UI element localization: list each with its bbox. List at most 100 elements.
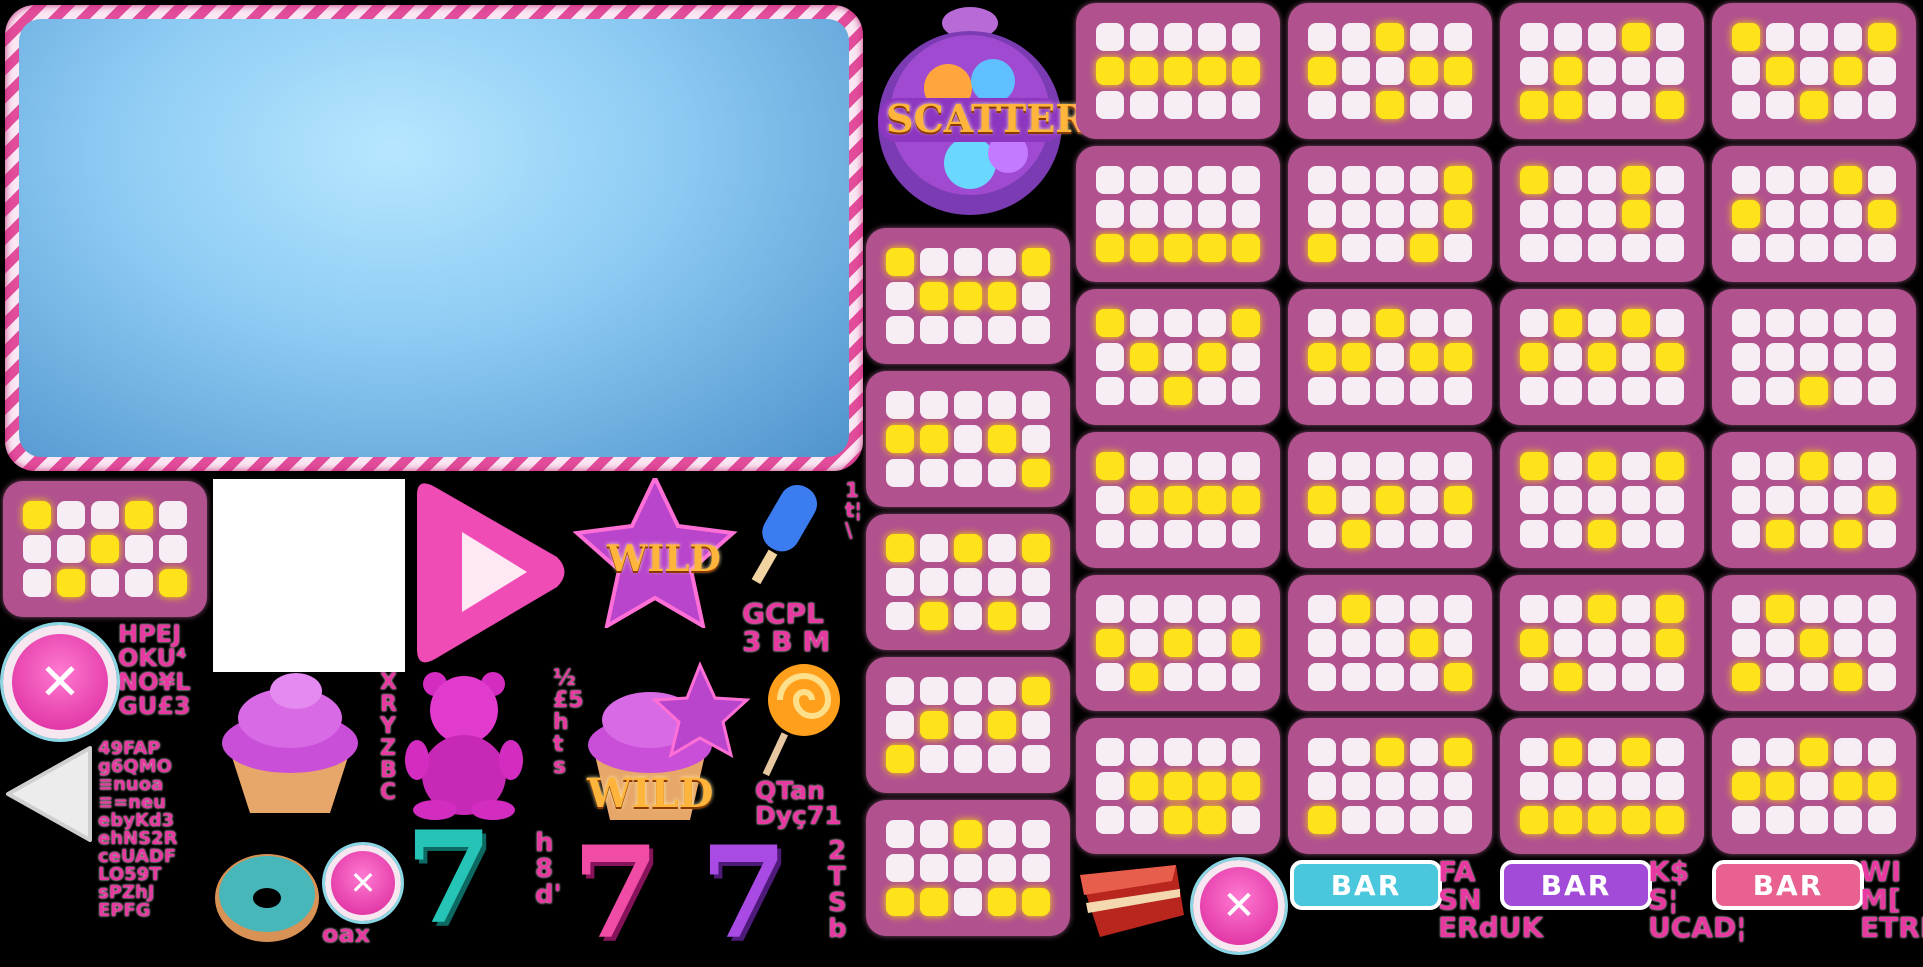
payline-dot-lit <box>1376 486 1404 514</box>
payline-dot <box>1732 166 1760 194</box>
payline-dot-lit <box>1520 343 1548 371</box>
payline-dot <box>1130 629 1158 657</box>
seven-teal-symbol: 7 <box>405 804 493 952</box>
payline-dot <box>1766 309 1794 337</box>
payline-dot-lit <box>1732 23 1760 51</box>
payline-dot <box>1800 520 1828 548</box>
payline-dot <box>1834 343 1862 371</box>
payline-dot <box>1130 738 1158 766</box>
payline-dot <box>1308 663 1336 691</box>
payline-dot-lit <box>1022 677 1050 705</box>
payline-dot <box>1520 234 1548 262</box>
payline-dot <box>1656 57 1684 85</box>
payline-dot <box>1732 343 1760 371</box>
payline-dot <box>1800 309 1828 337</box>
payline-dot-lit <box>886 888 914 916</box>
payline-dot <box>1834 234 1862 262</box>
close-button[interactable]: ✕ <box>3 625 117 739</box>
payline-dot <box>1232 91 1260 119</box>
payline-dot-lit <box>1232 309 1260 337</box>
payline-dot-lit <box>920 425 948 453</box>
payline-dot <box>1376 57 1404 85</box>
payline-dot <box>1410 806 1438 834</box>
payline-dot-lit <box>1868 200 1896 228</box>
payline-dot <box>1096 91 1124 119</box>
payline-dot-lit <box>1588 806 1616 834</box>
payline-dot <box>1164 200 1192 228</box>
payline-dot <box>1342 806 1370 834</box>
payline-dot <box>988 248 1016 276</box>
wild-star-symbol: WILD <box>572 473 738 631</box>
glyph-set-12: K$ S¦ UCAD¦ <box>1648 855 1747 944</box>
payline-dot <box>1410 166 1438 194</box>
payline-dot <box>91 501 119 529</box>
payline-dot <box>1232 663 1260 691</box>
payline-dot <box>1376 595 1404 623</box>
payline-dot <box>1766 91 1794 119</box>
close-button-large[interactable]: ✕ <box>1193 860 1285 952</box>
payline-dot-lit <box>886 425 914 453</box>
payline-dot <box>1834 806 1862 834</box>
payline-dot-lit <box>1410 343 1438 371</box>
play-button[interactable] <box>407 477 572 667</box>
payline-dot <box>886 568 914 596</box>
glyph-set-4: ½£5hts <box>553 666 584 779</box>
payline-card <box>1712 575 1916 711</box>
payline-dot <box>1732 91 1760 119</box>
payline-dot <box>1800 663 1828 691</box>
payline-dot-lit <box>920 711 948 739</box>
payline-dot <box>1868 452 1896 480</box>
payline-dot <box>1732 234 1760 262</box>
popsicle-symbol <box>738 478 838 588</box>
wild-cupcake-symbol: WILD <box>575 660 751 830</box>
payline-dot <box>1096 486 1124 514</box>
payline-dot <box>1766 343 1794 371</box>
payline-dot <box>1656 234 1684 262</box>
payline-dot-lit <box>1376 23 1404 51</box>
payline-dot <box>1868 520 1896 548</box>
payline-dot <box>1800 595 1828 623</box>
payline-dot-lit <box>1198 57 1226 85</box>
payline-dot <box>1444 772 1472 800</box>
payline-dot <box>1834 738 1862 766</box>
payline-dot <box>1130 91 1158 119</box>
payline-dot-lit <box>1554 57 1582 85</box>
payline-dot <box>1868 595 1896 623</box>
payline-card <box>1500 146 1704 282</box>
payline-dot <box>1554 166 1582 194</box>
payline-dot <box>1732 309 1760 337</box>
payline-card <box>1500 289 1704 425</box>
payline-dot <box>886 282 914 310</box>
payline-dot <box>1164 343 1192 371</box>
payline-dot <box>1520 309 1548 337</box>
payline-dot <box>954 888 982 916</box>
payline-dot <box>1410 377 1438 405</box>
payline-dot <box>1198 663 1226 691</box>
payline-dot <box>57 535 85 563</box>
payline-dot-lit <box>1130 663 1158 691</box>
payline-dot <box>1656 772 1684 800</box>
payline-dot-lit <box>1800 452 1828 480</box>
payline-dot <box>1342 486 1370 514</box>
glyph-set-13: WI M[ ETRP] <box>1860 855 1923 944</box>
close-button-small[interactable]: ✕ <box>325 845 401 921</box>
payline-dot <box>1588 234 1616 262</box>
payline-dot <box>1410 200 1438 228</box>
payline-dot <box>1198 166 1226 194</box>
payline-dot <box>1656 486 1684 514</box>
payline-dot-lit <box>1022 459 1050 487</box>
payline-dot <box>1130 377 1158 405</box>
payline-dot <box>1732 806 1760 834</box>
payline-dot <box>1588 738 1616 766</box>
payline-dot-lit <box>1800 738 1828 766</box>
payline-dot-lit <box>1410 629 1438 657</box>
payline-dot-lit <box>1096 629 1124 657</box>
payline-dot-lit <box>1444 663 1472 691</box>
payline-dot <box>1800 200 1828 228</box>
close-icon: ✕ <box>349 864 377 902</box>
payline-dot-lit <box>1164 772 1192 800</box>
gummy-bear-symbol <box>405 670 523 820</box>
payline-dot <box>1656 200 1684 228</box>
back-arrow-button[interactable] <box>0 738 96 850</box>
payline-dot-lit <box>1732 663 1760 691</box>
